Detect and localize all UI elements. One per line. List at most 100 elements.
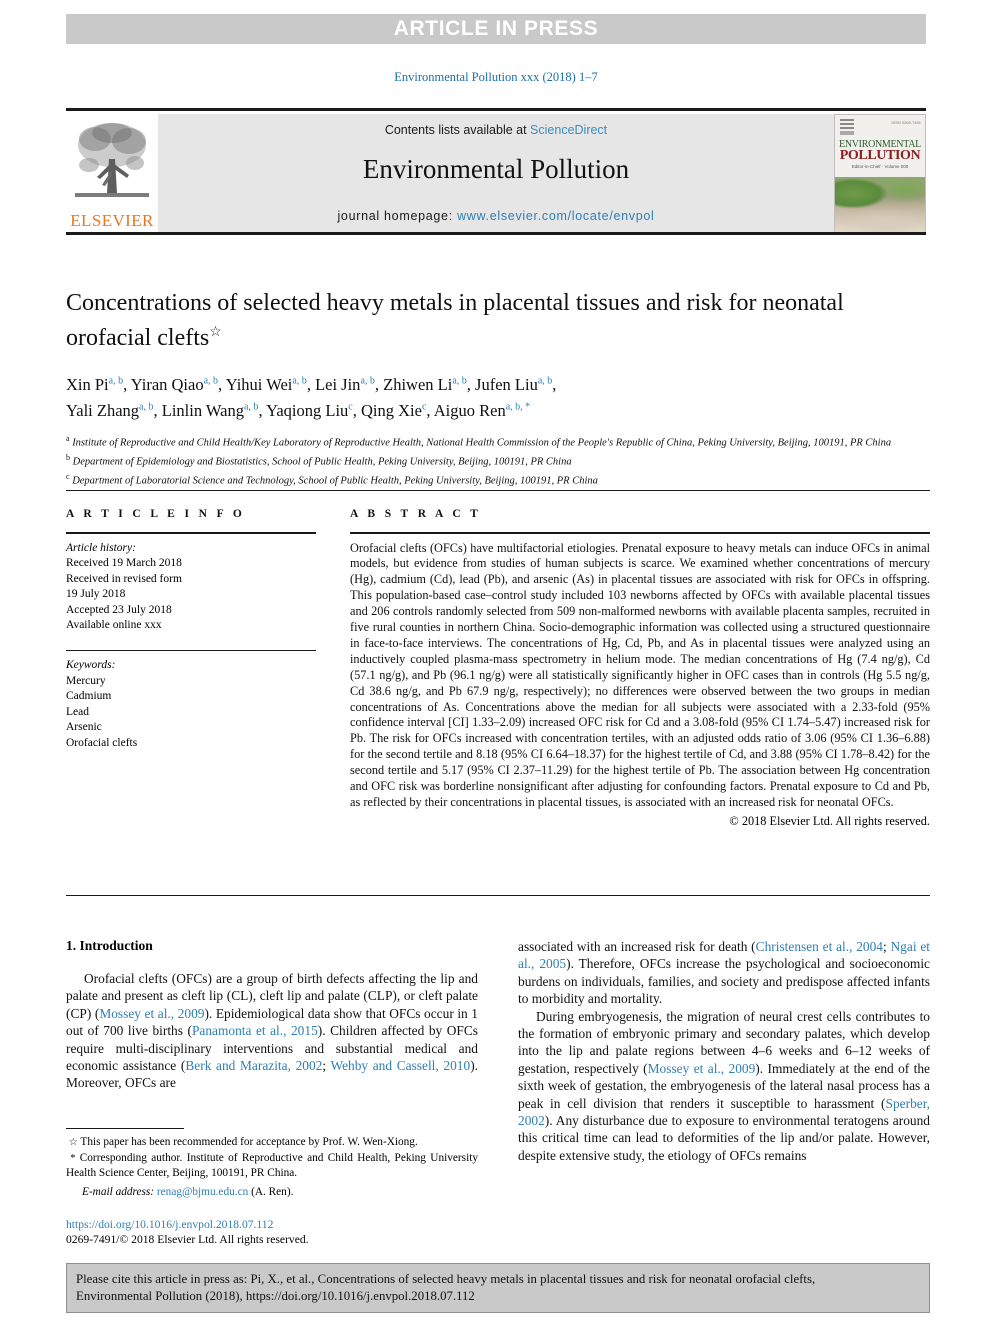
citation-link[interactable]: Mossey et al., 2009 [99, 1006, 204, 1021]
author-name: Xin Pi [66, 374, 109, 394]
author-name: Yali Zhang [66, 401, 140, 420]
cite-line-1: Please cite this article in press as: Pi… [76, 1272, 816, 1286]
citation-link[interactable]: Wehby and Cassell, 2010 [331, 1058, 471, 1073]
author-separator: , [466, 374, 476, 394]
author-name: Jufen Liu [475, 374, 538, 394]
author-entry: Yiran Qiaoa, b, [131, 375, 226, 394]
cover-subtitle: Editor-in-Chief · Volume 000 [851, 164, 909, 169]
footnote-text: Corresponding author. Institute of Repro… [66, 1151, 478, 1180]
body-paragraph: During embryogenesis, the migration of n… [518, 1008, 930, 1165]
email-link[interactable]: renag@bjmu.edu.cn [157, 1186, 248, 1198]
keywords-rule [66, 649, 316, 651]
article-info-rule [66, 532, 316, 534]
body-paragraph: Orofacial clefts (OFCs) are a group of b… [66, 970, 478, 1092]
affiliation-mark: a [66, 434, 70, 443]
author-entry: Yaqiong Liuc, [266, 401, 361, 420]
affiliation-item: c Department of Laboratorial Science and… [66, 470, 930, 489]
author-affiliation-marks: a, b [243, 401, 259, 413]
author-name: Lei Jin [315, 374, 361, 394]
text-segment: ). Any disturbance due to exposure to en… [518, 1113, 930, 1163]
section-heading-introduction: 1. Introduction [66, 938, 153, 953]
author-entry: Xin Pia, b, [66, 375, 131, 394]
elsevier-wordmark: ELSEVIER [70, 211, 154, 230]
contents-prefix: Contents lists available at [384, 123, 531, 137]
author-affiliation-marks: a, b [203, 375, 219, 386]
author-separator: , [123, 374, 131, 394]
citation-link[interactable]: Panamonta et al., 2015 [192, 1023, 318, 1038]
author-affiliation-marks: a, b, * [505, 401, 531, 413]
abstract-column: A B S T R A C T Orofacial clefts (OFCs) … [350, 508, 930, 829]
affiliation-mark: c [66, 472, 70, 481]
masthead-bottom-rule [66, 232, 926, 235]
author-name: Zhiwen Li [383, 374, 453, 394]
footnote-email-line: E-mail address: renag@bjmu.edu.cn (A. Re… [66, 1185, 478, 1200]
abstract-rule [350, 532, 930, 534]
affiliation-text: Department of Epidemiology and Biostatis… [72, 456, 572, 468]
elsevier-tree-icon [75, 123, 149, 197]
cover-title-line2: POLLUTION [839, 148, 921, 163]
article-info-column: A R T I C L E I N F O Article history: R… [66, 508, 316, 751]
doi-link[interactable]: https://doi.org/10.1016/j.envpol.2018.07… [66, 1217, 478, 1232]
text-segment: ; [322, 1058, 331, 1074]
page-title: Concentrations of selected heavy metals … [66, 288, 930, 353]
author-affiliation-marks: a, b [452, 375, 467, 386]
affiliation-list: a Institute of Reproductive and Child He… [66, 432, 930, 489]
sciencedirect-link[interactable]: ScienceDirect [530, 123, 607, 137]
title-footnote-marker: ☆ [209, 325, 222, 340]
author-name: Qing Xie [361, 401, 422, 420]
author-entry: Jufen Liua, b, [475, 375, 556, 394]
running-head: Environmental Pollution xxx (2018) 1–7 [394, 70, 598, 84]
doi-block: https://doi.org/10.1016/j.envpol.2018.07… [66, 1217, 478, 1247]
author-entry: Lei Jina, b, [315, 375, 383, 394]
footnote-item: ☆ This paper has been recommended for ac… [66, 1135, 478, 1151]
article-history-item: Accepted 23 July 2018 [66, 603, 172, 616]
body-column-right: associated with an increased risk for de… [518, 938, 930, 1164]
author-affiliation-marks: a, b [360, 375, 375, 386]
author-entry: Qing Xiec, [361, 401, 434, 420]
author-separator: , [306, 374, 316, 394]
cover-elsevier-icon [840, 119, 854, 135]
abstract-text: Orofacial clefts (OFCs) have multifactor… [350, 540, 930, 810]
cover-issn: ISSN 0269-7491 [891, 120, 921, 125]
author-affiliation-marks: a, b [537, 375, 553, 386]
author-name: Yaqiong Liu [266, 401, 349, 420]
author-separator: , [352, 401, 361, 420]
text-segment: ). Therefore, OFCs increase the psycholo… [518, 956, 930, 1007]
citation-link[interactable]: Berk and Marazita, 2002 [185, 1058, 322, 1073]
info-top-rule [66, 490, 930, 491]
affiliation-text: Institute of Reproductive and Child Heal… [72, 437, 892, 449]
author-entry: Aiguo Rena, b, * [434, 401, 530, 420]
footnote-rule [66, 1128, 184, 1129]
abstract-heading: A B S T R A C T [350, 508, 482, 520]
keywords-label: Keywords: [66, 659, 116, 671]
keyword-item: Lead [66, 705, 89, 718]
title-block: Concentrations of selected heavy metals … [66, 288, 930, 489]
sciencedirect-band: Contents lists available at ScienceDirec… [158, 114, 834, 233]
footnote-marker: ☆ [68, 1137, 78, 1148]
author-affiliation-marks: a, b [292, 375, 307, 386]
affiliation-item: b Department of Epidemiology and Biostat… [66, 451, 930, 470]
footnote-marker: * [70, 1152, 76, 1164]
article-in-press-label: ARTICLE IN PRESS [393, 17, 599, 40]
author-entry: Linlin Wanga, b, [162, 401, 266, 420]
body-paragraph: associated with an increased risk for de… [518, 938, 930, 1008]
article-in-press-banner: ARTICLE IN PRESS [66, 14, 926, 44]
article-history-item: Available online xxx [66, 619, 162, 631]
cite-line-2: Environmental Pollution (2018), https://… [76, 1289, 475, 1303]
paper-title-text: Concentrations of selected heavy metals … [66, 290, 844, 351]
issn-copyright-line: 0269-7491/© 2018 Elsevier Ltd. All right… [66, 1233, 309, 1246]
article-info-heading: A R T I C L E I N F O [66, 508, 246, 520]
author-name: Yiran Qiao [130, 374, 204, 394]
email-owner: (A. Ren). [251, 1185, 294, 1198]
author-entry: Zhiwen Lia, b, [383, 375, 475, 394]
citation-link[interactable]: Mossey et al., 2009 [648, 1061, 756, 1076]
citation-link[interactable]: Christensen et al., 2004 [756, 939, 883, 954]
footnote-block: ☆ This paper has been recommended for ac… [66, 1128, 478, 1199]
affiliation-item: a Institute of Reproductive and Child He… [66, 432, 930, 451]
author-name: Yihui Wei [225, 374, 293, 394]
homepage-url-link[interactable]: www.elsevier.com/locate/envpol [457, 209, 654, 223]
footnote-item: * Corresponding author. Institute of Rep… [66, 1151, 478, 1181]
affiliation-text: Department of Laboratorial Science and T… [72, 475, 598, 487]
abstract-bottom-rule [66, 895, 930, 896]
